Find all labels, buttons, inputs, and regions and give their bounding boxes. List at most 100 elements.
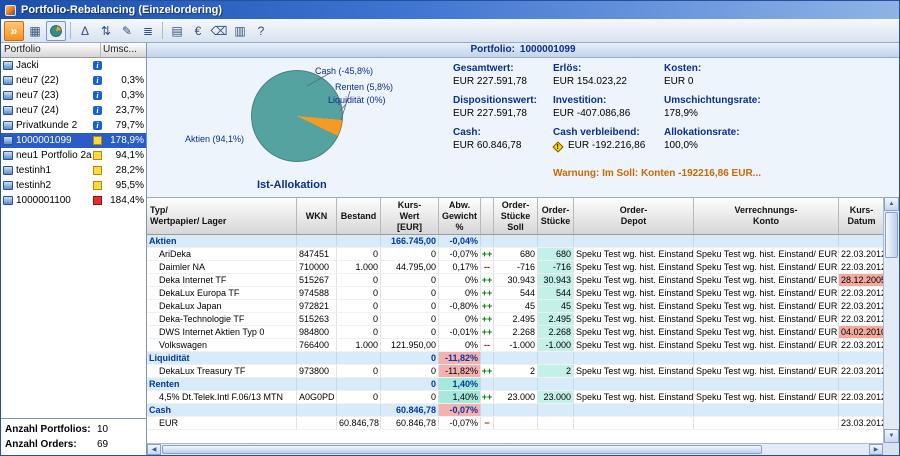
column-header-soll[interactable]: Order- Stücke Soll bbox=[494, 198, 538, 234]
vertical-scrollbar[interactable]: ▲ ▼ bbox=[883, 197, 899, 443]
column-header-trend[interactable] bbox=[481, 198, 494, 234]
column-header-datum[interactable]: Kurs- Datum bbox=[839, 198, 883, 234]
table-view-button[interactable]: ▦ bbox=[25, 21, 45, 41]
scroll-down-button[interactable]: ▼ bbox=[884, 429, 899, 443]
security-row[interactable]: DWS Internet Aktien Typ 098480000-0,01%+… bbox=[147, 326, 883, 339]
group-row[interactable]: Aktien166.745,00-0,04% bbox=[147, 235, 883, 248]
cell-soll: 30.943 bbox=[494, 274, 538, 286]
cell-bestand: 0 bbox=[337, 300, 381, 312]
cell-konto: Speku Test wg. hist. Einstand/ EUR bbox=[694, 287, 839, 299]
euro-button[interactable]: € bbox=[188, 21, 208, 41]
portfolio-list-item[interactable]: neu1 Portfolio 2a94,1% bbox=[1, 148, 146, 163]
cell-datum bbox=[839, 378, 883, 390]
cell-konto bbox=[694, 404, 839, 416]
delta-button[interactable]: Δ bbox=[75, 21, 95, 41]
cell-trend: -- bbox=[481, 339, 494, 351]
portfolio-list-item[interactable]: neu7 (24)i23,7% bbox=[1, 103, 146, 118]
portfolio-list: Jackiineu7 (22)i0,3%neu7 (23)i0,3%neu7 (… bbox=[1, 58, 146, 208]
info-badge-icon: i bbox=[93, 76, 102, 85]
cell-depot: Speku Test wg. hist. Einstand bbox=[574, 274, 694, 286]
portfolio-list-item[interactable]: testinh128,2% bbox=[1, 163, 146, 178]
cell-datum: 22.03.2012 bbox=[839, 261, 883, 273]
security-row[interactable]: Deka-Technologie TF515263000%++2.4952.49… bbox=[147, 313, 883, 326]
cell-konto: Speku Test wg. hist. Einstand/ EUR bbox=[694, 261, 839, 273]
scroll-left-button[interactable]: ◀ bbox=[147, 444, 161, 455]
cell-stuecke: 544 bbox=[538, 287, 574, 299]
cell-soll bbox=[494, 417, 538, 429]
portfolio-list-item[interactable]: Jackii bbox=[1, 58, 146, 73]
cell-datum: 04.02.2010 bbox=[839, 326, 883, 338]
portfolio-list-item[interactable]: 1000001099178,9% bbox=[1, 133, 146, 148]
security-row[interactable]: 4,5% Dt.Telek.Intl F.06/13 MTNA0G0PD001,… bbox=[147, 391, 883, 404]
security-row[interactable]: EUR60.846,7860.846,78-0,07%−23.03.2012 bbox=[147, 417, 883, 430]
column-header-wkn[interactable]: WKN bbox=[297, 198, 337, 234]
column-header-portfolio[interactable]: Portfolio bbox=[1, 43, 101, 57]
security-row[interactable]: Daimler NA7100001.00044.795,000,17%---71… bbox=[147, 261, 883, 274]
expand-button[interactable]: » bbox=[4, 21, 24, 41]
security-row[interactable]: DekaLux Treasury TF97380000-11,82%++22Sp… bbox=[147, 365, 883, 378]
summary-label: Gesamtwert: bbox=[453, 62, 553, 75]
scroll-up-button[interactable]: ▲ bbox=[884, 197, 899, 211]
horizontal-scrollbar[interactable]: ◀ ▶ bbox=[147, 443, 883, 455]
column-header-bestand[interactable]: Bestand bbox=[337, 198, 381, 234]
cell-bestand: 0 bbox=[337, 274, 381, 286]
pie-view-button[interactable] bbox=[46, 21, 66, 41]
cell-konto: Speku Test wg. hist. Einstand/ EUR bbox=[694, 391, 839, 403]
allocation-panel: Cash (-45,8%) Renten (5,8%) Liquidität (… bbox=[147, 58, 899, 197]
column-header-umschichtung[interactable]: Umsc... bbox=[101, 43, 146, 57]
warning-diamond-icon: ! bbox=[552, 141, 563, 152]
security-row[interactable]: Deka Internet TF515267000%++30.94330.943… bbox=[147, 274, 883, 287]
security-row[interactable]: Volkswagen7664001.000121.950,000%---1.00… bbox=[147, 339, 883, 352]
column-header-depot[interactable]: Order- Depot bbox=[574, 198, 694, 234]
column-header-kurswert[interactable]: Kurs- Wert [EUR] bbox=[381, 198, 439, 234]
grid-body: Aktien166.745,00-0,04%AriDeka84745100-0,… bbox=[147, 235, 883, 430]
column-header-name[interactable]: Typ/ Wertpapier/ Lager bbox=[147, 198, 297, 234]
security-row[interactable]: DekaLux Europa TF974588000%++544544Speku… bbox=[147, 287, 883, 300]
portfolio-list-item[interactable]: neu7 (22)i0,3% bbox=[1, 73, 146, 88]
calculator-button[interactable]: ▤ bbox=[167, 21, 187, 41]
chart-button[interactable]: ▥ bbox=[230, 21, 250, 41]
portfolio-percent: 178,9% bbox=[107, 135, 144, 146]
cell-datum bbox=[839, 404, 883, 416]
portfolio-icon bbox=[3, 76, 13, 85]
security-row[interactable]: DekaLux Japan97282100-0,80%++4545Speku T… bbox=[147, 300, 883, 313]
scroll-right-button[interactable]: ▶ bbox=[869, 444, 883, 455]
group-row[interactable]: Cash60.846,78-0,07% bbox=[147, 404, 883, 417]
cell-bestand: 0 bbox=[337, 365, 381, 377]
eraser-button[interactable]: ⌫ bbox=[209, 21, 229, 41]
cell-kurswert: 166.745,00 bbox=[381, 235, 439, 247]
cell-datum: 22.03.2012 bbox=[839, 287, 883, 299]
cell-stuecke: 2.268 bbox=[538, 326, 574, 338]
cell-depot: Speku Test wg. hist. Einstand bbox=[574, 326, 694, 338]
portfolio-header-label: Portfolio: bbox=[470, 44, 514, 55]
vertical-scroll-thumb[interactable] bbox=[885, 212, 898, 258]
portfolio-list-item[interactable]: 1000001100184,4% bbox=[1, 193, 146, 208]
security-row[interactable]: AriDeka84745100-0,07%++680680Speku Test … bbox=[147, 248, 883, 261]
group-row[interactable]: Renten01,40% bbox=[147, 378, 883, 391]
cell-stuecke: 23.000 bbox=[538, 391, 574, 403]
edit-off-button[interactable]: ✎ bbox=[117, 21, 137, 41]
cell-wkn: 710000 bbox=[297, 261, 337, 273]
portfolio-list-item[interactable]: neu7 (23)i0,3% bbox=[1, 88, 146, 103]
portfolio-list-item[interactable]: Privatkunde 2i79,7% bbox=[1, 118, 146, 133]
title-bar[interactable]: Portfolio-Rebalancing (Einzelordering) bbox=[1, 1, 899, 19]
info-badge-icon: i bbox=[93, 106, 102, 115]
cell-wkn: 515263 bbox=[297, 313, 337, 325]
adjust-button[interactable]: ≣ bbox=[138, 21, 158, 41]
order-count-row: Anzahl Orders: 69 bbox=[5, 437, 142, 452]
help-button[interactable]: ? bbox=[251, 21, 271, 41]
cell-name: DekaLux Europa TF bbox=[147, 287, 297, 299]
cell-wkn bbox=[297, 378, 337, 390]
column-header-konto[interactable]: Verrechnungs- Konto bbox=[694, 198, 839, 234]
cell-konto: Speku Test wg. hist. Einstand/ EUR bbox=[694, 326, 839, 338]
column-header-stuecke[interactable]: Order- Stücke bbox=[538, 198, 574, 234]
portfolio-icon bbox=[3, 61, 13, 70]
portfolio-list-item[interactable]: testinh295,5% bbox=[1, 178, 146, 193]
horizontal-scroll-thumb[interactable] bbox=[162, 445, 762, 454]
portfolio-name: neu1 Portfolio 2a bbox=[16, 150, 93, 161]
group-row[interactable]: Liquidität0-11,82% bbox=[147, 352, 883, 365]
portfolio-name: Privatkunde 2 bbox=[16, 120, 93, 131]
cell-bestand bbox=[337, 378, 381, 390]
sort-button[interactable]: ⇅ bbox=[96, 21, 116, 41]
column-header-abw[interactable]: Abw. Gewicht % bbox=[439, 198, 481, 234]
